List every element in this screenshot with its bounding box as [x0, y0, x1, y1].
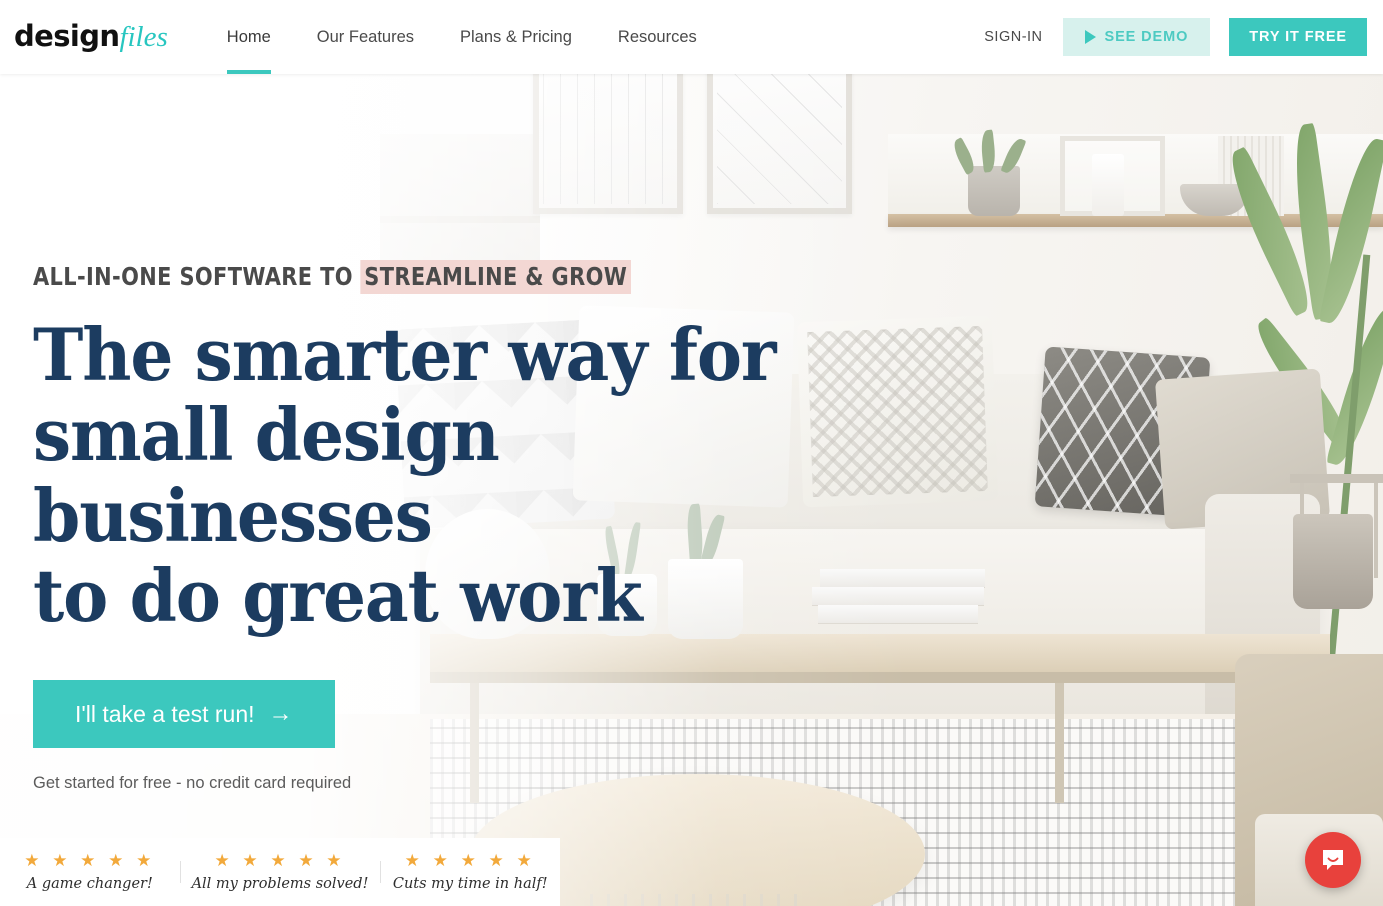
nav-item-resources[interactable]: Resources: [595, 0, 720, 74]
chat-launcher-button[interactable]: [1305, 832, 1361, 888]
arrow-right-icon: →: [268, 700, 293, 728]
hero-headline: The smarter way for small design busines…: [33, 312, 813, 638]
play-icon: [1084, 30, 1096, 44]
star-rating-icon: ★ ★ ★ ★ ★: [214, 851, 346, 870]
see-demo-label: SEE DEMO: [1104, 29, 1189, 45]
hero-copy: ALL-IN-ONE SOFTWARE TO STREAMLINE & GROW…: [33, 260, 863, 793]
try-it-free-button[interactable]: TRY IT FREE: [1229, 18, 1367, 56]
hero-eyebrow-highlight: STREAMLINE & GROW: [360, 260, 631, 294]
hero-subnote: Get started for free - no credit card re…: [33, 774, 352, 793]
testimonial-quote: Cuts my time in half!: [392, 876, 548, 892]
hero-headline-line-3: to do great work: [33, 552, 643, 638]
see-demo-button[interactable]: SEE DEMO: [1062, 18, 1211, 56]
hero-section: ALL-IN-ONE SOFTWARE TO STREAMLINE & GROW…: [0, 74, 1383, 906]
chat-bubble-icon: [1323, 850, 1343, 870]
testimonial-quote: A game changer!: [26, 876, 153, 892]
nav-item-plans-pricing[interactable]: Plans & Pricing: [437, 0, 595, 74]
primary-nav: Home Our Features Plans & Pricing Resour…: [204, 0, 720, 74]
testimonial-item: ★ ★ ★ ★ ★ All my problems solved!: [179, 851, 381, 892]
hero-cta-label: I'll take a test run!: [75, 700, 255, 727]
hero-eyebrow-prefix: ALL-IN-ONE SOFTWARE TO: [33, 262, 361, 291]
testimonial-item: ★ ★ ★ ★ ★ A game changer!: [0, 852, 180, 892]
logo-text-files: files: [119, 21, 168, 53]
site-logo[interactable]: designfiles: [12, 22, 168, 52]
nav-item-home[interactable]: Home: [204, 0, 294, 74]
hero-headline-line-2: small design businesses: [33, 392, 500, 558]
star-rating-icon: ★ ★ ★ ★ ★: [24, 851, 156, 870]
top-navigation-bar: designfiles Home Our Features Plans & Pr…: [0, 0, 1383, 74]
sign-in-link[interactable]: SIGN-IN: [964, 29, 1062, 45]
nav-item-our-features[interactable]: Our Features: [294, 0, 437, 74]
testimonial-strip: ★ ★ ★ ★ ★ A game changer! ★ ★ ★ ★ ★ All …: [0, 838, 560, 906]
hero-cta-button[interactable]: I'll take a test run! →: [33, 680, 335, 749]
hero-eyebrow: ALL-IN-ONE SOFTWARE TO STREAMLINE & GROW: [33, 260, 805, 294]
testimonial-item: ★ ★ ★ ★ ★ Cuts my time in half!: [380, 852, 560, 892]
hero-headline-line-1: The smarter way for: [33, 312, 777, 397]
logo-text-design: design: [14, 19, 120, 53]
nav-actions: SIGN-IN SEE DEMO TRY IT FREE: [964, 18, 1367, 56]
star-rating-icon: ★ ★ ★ ★ ★: [404, 851, 536, 870]
testimonial-quote: All my problems solved!: [191, 876, 369, 892]
